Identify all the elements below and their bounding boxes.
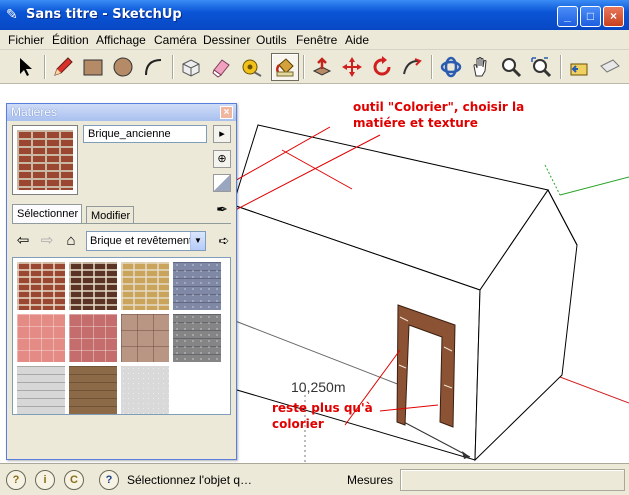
home-icon[interactable]: ⌂	[62, 232, 80, 250]
paint-tool-note-line-2: matiére et texture	[353, 116, 478, 130]
push-pull-icon[interactable]	[308, 53, 336, 81]
materials-panel: Matières × Brique_ancienne ▸ ⊕ ✒ Sélecti…	[6, 103, 237, 460]
chevron-down-icon[interactable]: ▼	[190, 232, 205, 250]
title-bar: ✎ Sans titre - SketchUp _ □ ×	[0, 0, 629, 30]
panel-title-bar[interactable]: Matières	[7, 104, 236, 121]
status-hint: Sélectionnez l'objet q…	[127, 473, 253, 487]
instructor-help-icon[interactable]: ?	[99, 470, 119, 490]
zoom-icon[interactable]	[497, 53, 525, 81]
arc-icon[interactable]	[139, 53, 167, 81]
select-arrow-icon[interactable]	[12, 53, 40, 81]
make-component-icon[interactable]	[177, 53, 205, 81]
dimension-label: 10,250m	[291, 379, 346, 395]
menu-fenetre[interactable]: Fenêtre	[296, 33, 337, 47]
material-swatch-tile-pink[interactable]	[17, 314, 65, 362]
previous-view-icon[interactable]	[566, 53, 594, 81]
status-bar: ? i C ? Sélectionnez l'objet q… Mesures	[0, 463, 629, 495]
measurements-label: Mesures	[347, 473, 394, 487]
default-material-icon[interactable]	[213, 174, 231, 192]
panel-title: Matières	[11, 105, 58, 119]
main-toolbar	[0, 50, 629, 84]
sample-paint-icon[interactable]: ✒	[213, 201, 231, 219]
menu-aide[interactable]: Aide	[345, 33, 369, 47]
user-icon[interactable]: C	[64, 470, 84, 490]
back-arrow-icon[interactable]: ⇦	[14, 232, 32, 250]
material-swatch-brick-dark[interactable]	[69, 262, 117, 310]
material-swatch-stucco-white[interactable]	[121, 366, 169, 414]
pencil-line-icon[interactable]	[49, 53, 77, 81]
details-icon[interactable]: ▸	[213, 125, 231, 143]
colorize-annotation: reste plus qu'à colorier	[272, 400, 392, 432]
library-details-icon[interactable]: ➪	[215, 232, 233, 250]
material-swatch-brick-yellow[interactable]	[121, 262, 169, 310]
follow-me-icon[interactable]	[398, 53, 426, 81]
paint-tool-annotation: outil "Colorier", choisir la matiére et …	[353, 99, 533, 131]
menu-camera[interactable]: Caméra	[154, 33, 197, 47]
rotate-icon[interactable]	[368, 53, 396, 81]
eraser-icon[interactable]	[207, 53, 235, 81]
zoom-extents-icon[interactable]	[527, 53, 555, 81]
measurements-input[interactable]	[400, 469, 625, 491]
circle-icon[interactable]	[109, 53, 137, 81]
material-name-field[interactable]: Brique_ancienne	[83, 125, 207, 143]
material-preview-swatch	[17, 130, 73, 190]
move-icon[interactable]	[338, 53, 366, 81]
orbit-icon[interactable]	[437, 53, 465, 81]
tape-measure-icon[interactable]	[237, 53, 265, 81]
tab-divider	[12, 223, 231, 224]
paint-bucket-icon[interactable]	[271, 53, 299, 81]
panel-close-button[interactable]: ×	[220, 106, 233, 119]
next-view-icon[interactable]	[596, 53, 624, 81]
rectangle-icon[interactable]	[79, 53, 107, 81]
tab-modifier[interactable]: Modifier	[86, 206, 134, 223]
tab-selectionner[interactable]: Sélectionner	[12, 204, 82, 223]
material-swatch-slate-gray[interactable]	[173, 314, 221, 362]
minimize-button[interactable]: _	[557, 6, 578, 27]
material-preview	[12, 125, 78, 195]
library-nav: ⇦ ⇨ ⌂ Brique et revêtement ▼ ➪	[12, 230, 233, 252]
forward-arrow-icon[interactable]: ⇨	[38, 232, 56, 250]
material-swatch-brick-old[interactable]	[17, 262, 65, 310]
menu-edition[interactable]: Édition	[52, 33, 89, 47]
menu-affichage[interactable]: Affichage	[96, 33, 146, 47]
pan-icon[interactable]	[467, 53, 495, 81]
create-material-icon[interactable]: ⊕	[213, 150, 231, 168]
close-button[interactable]: ×	[603, 6, 624, 27]
colorize-note-line-1: reste plus qu'à	[272, 401, 373, 415]
material-swatch-tile-rose[interactable]	[69, 314, 117, 362]
colorize-note-line-2: colorier	[272, 417, 324, 431]
menu-outils[interactable]: Outils	[256, 33, 287, 47]
material-swatch-stone-tan[interactable]	[121, 314, 169, 362]
paint-tool-note-line-1: outil "Colorier", choisir la	[353, 100, 525, 114]
library-select-value: Brique et revêtement	[90, 235, 193, 247]
window-title: Sans titre - SketchUp	[26, 7, 182, 22]
sketchup-app-icon: ✎	[6, 6, 18, 22]
menu-bar: Fichier Édition Affichage Caméra Dessine…	[0, 30, 629, 50]
material-swatch-siding-wood[interactable]	[69, 366, 117, 414]
geolocation-icon[interactable]: ?	[6, 470, 26, 490]
material-swatch-stone-blue[interactable]	[173, 262, 221, 310]
menu-fichier[interactable]: Fichier	[8, 33, 44, 47]
material-swatch-grid	[12, 257, 231, 415]
maximize-button[interactable]: □	[580, 6, 601, 27]
material-swatch-siding-white[interactable]	[17, 366, 65, 414]
credits-icon[interactable]: i	[35, 470, 55, 490]
menu-dessiner[interactable]: Dessiner	[203, 33, 250, 47]
library-select[interactable]: Brique et revêtement ▼	[86, 231, 206, 251]
